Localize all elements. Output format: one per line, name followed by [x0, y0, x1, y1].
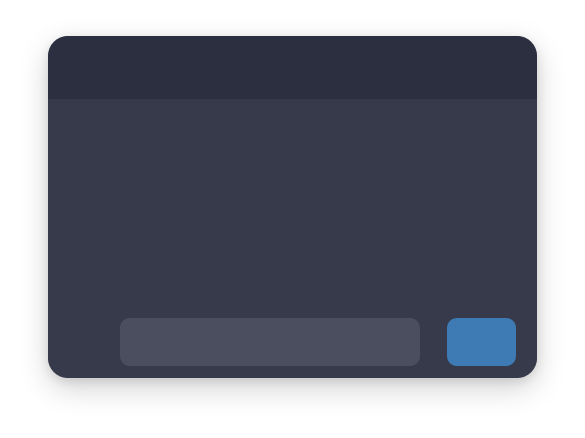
- dialog-window: [48, 36, 537, 378]
- message-input[interactable]: [120, 318, 420, 366]
- window-titlebar: [48, 36, 537, 99]
- send-button[interactable]: [447, 318, 516, 366]
